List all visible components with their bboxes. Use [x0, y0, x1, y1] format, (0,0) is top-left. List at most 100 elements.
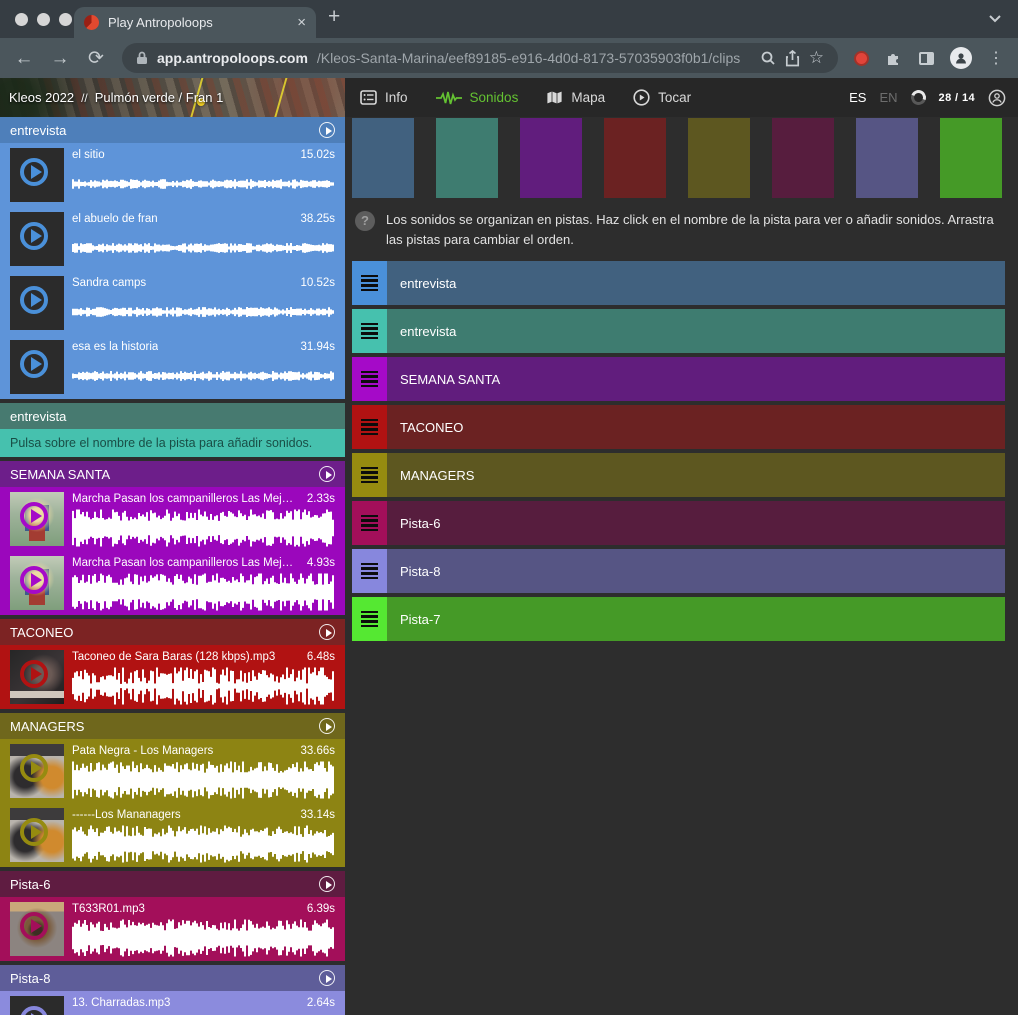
clip-item[interactable]: 13. Charradas.mp3 2.64s	[0, 991, 345, 1015]
drag-handle[interactable]	[352, 309, 387, 353]
clip-item[interactable]: Sandra camps 10.52s	[0, 271, 345, 335]
clip-play-icon[interactable]	[20, 566, 48, 594]
minimize-window-button[interactable]	[37, 13, 50, 26]
track-header[interactable]: MANAGERS	[0, 713, 345, 739]
tab-search-chevron-icon[interactable]	[988, 14, 1002, 23]
clip-play-icon[interactable]	[20, 350, 48, 378]
track-row-label: entrevista	[400, 276, 456, 291]
tab-sonidos[interactable]: Sonidos	[436, 90, 519, 105]
clip-play-icon[interactable]	[20, 754, 48, 782]
language-es[interactable]: ES	[849, 90, 866, 105]
track-header[interactable]: SEMANA SANTA	[0, 461, 345, 487]
tab-close-icon[interactable]: ×	[297, 15, 306, 30]
track-row[interactable]: entrevista	[352, 261, 1005, 305]
clip-body: Pata Negra - Los Managers 33.66s	[72, 739, 335, 803]
help-text: Los sonidos se organizan en pistas. Haz …	[386, 210, 1000, 249]
track-play-icon[interactable]	[319, 718, 335, 734]
side-panel-icon[interactable]	[919, 52, 934, 65]
track-color-swatch[interactable]	[604, 118, 666, 198]
new-tab-button[interactable]: +	[328, 6, 340, 27]
drag-handle[interactable]	[352, 405, 387, 449]
account-icon[interactable]	[988, 89, 1006, 107]
track-row[interactable]: Pista-8	[352, 549, 1005, 593]
reload-icon[interactable]: ⟳	[86, 49, 106, 68]
track-row[interactable]: Pista-6	[352, 501, 1005, 545]
tab-tocar[interactable]: Tocar	[633, 89, 691, 106]
forward-icon[interactable]: →	[50, 49, 70, 68]
browser-tab[interactable]: Play Antropoloops ×	[74, 7, 316, 38]
share-icon[interactable]	[785, 50, 800, 67]
track-header[interactable]: Pista-6	[0, 871, 345, 897]
track-color-swatch[interactable]	[352, 118, 414, 198]
address-bar[interactable]: app.antropoloops.com/Kleos-Santa-Marina/…	[122, 43, 838, 73]
track-row-body[interactable]: entrevista	[387, 261, 1005, 305]
close-window-button[interactable]	[15, 13, 28, 26]
clip-play-icon[interactable]	[20, 158, 48, 186]
profile-avatar[interactable]	[950, 47, 972, 69]
track-play-icon[interactable]	[319, 466, 335, 482]
drag-handle[interactable]	[352, 549, 387, 593]
browser-menu-icon[interactable]: ⋮	[988, 48, 1004, 68]
track-header[interactable]: entrevista	[0, 117, 345, 143]
drag-handle[interactable]	[352, 357, 387, 401]
bookmark-star-icon[interactable]: ☆	[809, 48, 824, 68]
track-play-icon[interactable]	[319, 970, 335, 986]
track-row-body[interactable]: Pista-7	[387, 597, 1005, 641]
clip-item[interactable]: Taconeo de Sara Baras (128 kbps).mp3 6.4…	[0, 645, 345, 709]
clip-play-icon[interactable]	[20, 818, 48, 846]
track-header[interactable]: entrevista	[0, 403, 345, 429]
track-header[interactable]: TACONEO	[0, 619, 345, 645]
track-color-swatch[interactable]	[520, 118, 582, 198]
track-row[interactable]: TACONEO	[352, 405, 1005, 449]
track-color-swatch[interactable]	[940, 118, 1002, 198]
track-play-icon[interactable]	[319, 122, 335, 138]
back-icon[interactable]: ←	[14, 49, 34, 68]
drag-handle[interactable]	[352, 597, 387, 641]
clip-title: Taconeo de Sara Baras (128 kbps).mp3	[72, 651, 275, 663]
clip-item[interactable]: Marcha Pasan los campanilleros Las Mejor…	[0, 487, 345, 551]
extensions-puzzle-icon[interactable]	[885, 49, 903, 67]
track-row-body[interactable]: TACONEO	[387, 405, 1005, 449]
clip-play-icon[interactable]	[20, 1006, 48, 1015]
tab-mapa[interactable]: Mapa	[546, 90, 605, 105]
clip-play-icon[interactable]	[20, 286, 48, 314]
clip-item[interactable]: el abuelo de fran 38.25s	[0, 207, 345, 271]
track-row-body[interactable]: entrevista	[387, 309, 1005, 353]
language-en[interactable]: EN	[879, 90, 897, 105]
track-header[interactable]: Pista-8	[0, 965, 345, 991]
track-color-swatch[interactable]	[688, 118, 750, 198]
clip-play-icon[interactable]	[20, 912, 48, 940]
clip-item[interactable]: T633R01.mp3 6.39s	[0, 897, 345, 961]
clip-item[interactable]: Pata Negra - Los Managers 33.66s	[0, 739, 345, 803]
search-icon[interactable]	[760, 50, 776, 66]
maximize-window-button[interactable]	[59, 13, 72, 26]
drag-handle[interactable]	[352, 453, 387, 497]
track-list: entrevista entrevista SEMANA SANTA TACON…	[352, 261, 1005, 641]
track-row-body[interactable]: Pista-6	[387, 501, 1005, 545]
track-color-swatch[interactable]	[436, 118, 498, 198]
tab-info[interactable]: Info	[360, 90, 408, 105]
clip-item[interactable]: Marcha Pasan los campanilleros Las Mejor…	[0, 551, 345, 615]
record-extension-icon[interactable]	[854, 51, 869, 66]
track-row-body[interactable]: MANAGERS	[387, 453, 1005, 497]
track-row-body[interactable]: Pista-8	[387, 549, 1005, 593]
drag-handle[interactable]	[352, 261, 387, 305]
track-play-icon[interactable]	[319, 624, 335, 640]
clip-item[interactable]: esa es la historia 31.94s	[0, 335, 345, 399]
track-color-swatch[interactable]	[772, 118, 834, 198]
clip-item[interactable]: el sitio 15.02s	[0, 143, 345, 207]
track-color-swatch[interactable]	[856, 118, 918, 198]
sidebar-track-section: TACONEO Taconeo de Sara Baras (128 kbps)…	[0, 619, 345, 709]
track-play-icon[interactable]	[319, 876, 335, 892]
track-row[interactable]: Pista-7	[352, 597, 1005, 641]
track-row-body[interactable]: SEMANA SANTA	[387, 357, 1005, 401]
clip-play-icon[interactable]	[20, 222, 48, 250]
clip-play-icon[interactable]	[20, 502, 48, 530]
clip-play-icon[interactable]	[20, 660, 48, 688]
clip-item[interactable]: ------Los Mananagers 33.14s	[0, 803, 345, 867]
drag-handle[interactable]	[352, 501, 387, 545]
project-breadcrumb[interactable]: Kleos 2022 // Pulmón verde / Fran 1	[0, 78, 345, 117]
track-row[interactable]: MANAGERS	[352, 453, 1005, 497]
track-row[interactable]: entrevista	[352, 309, 1005, 353]
track-row[interactable]: SEMANA SANTA	[352, 357, 1005, 401]
